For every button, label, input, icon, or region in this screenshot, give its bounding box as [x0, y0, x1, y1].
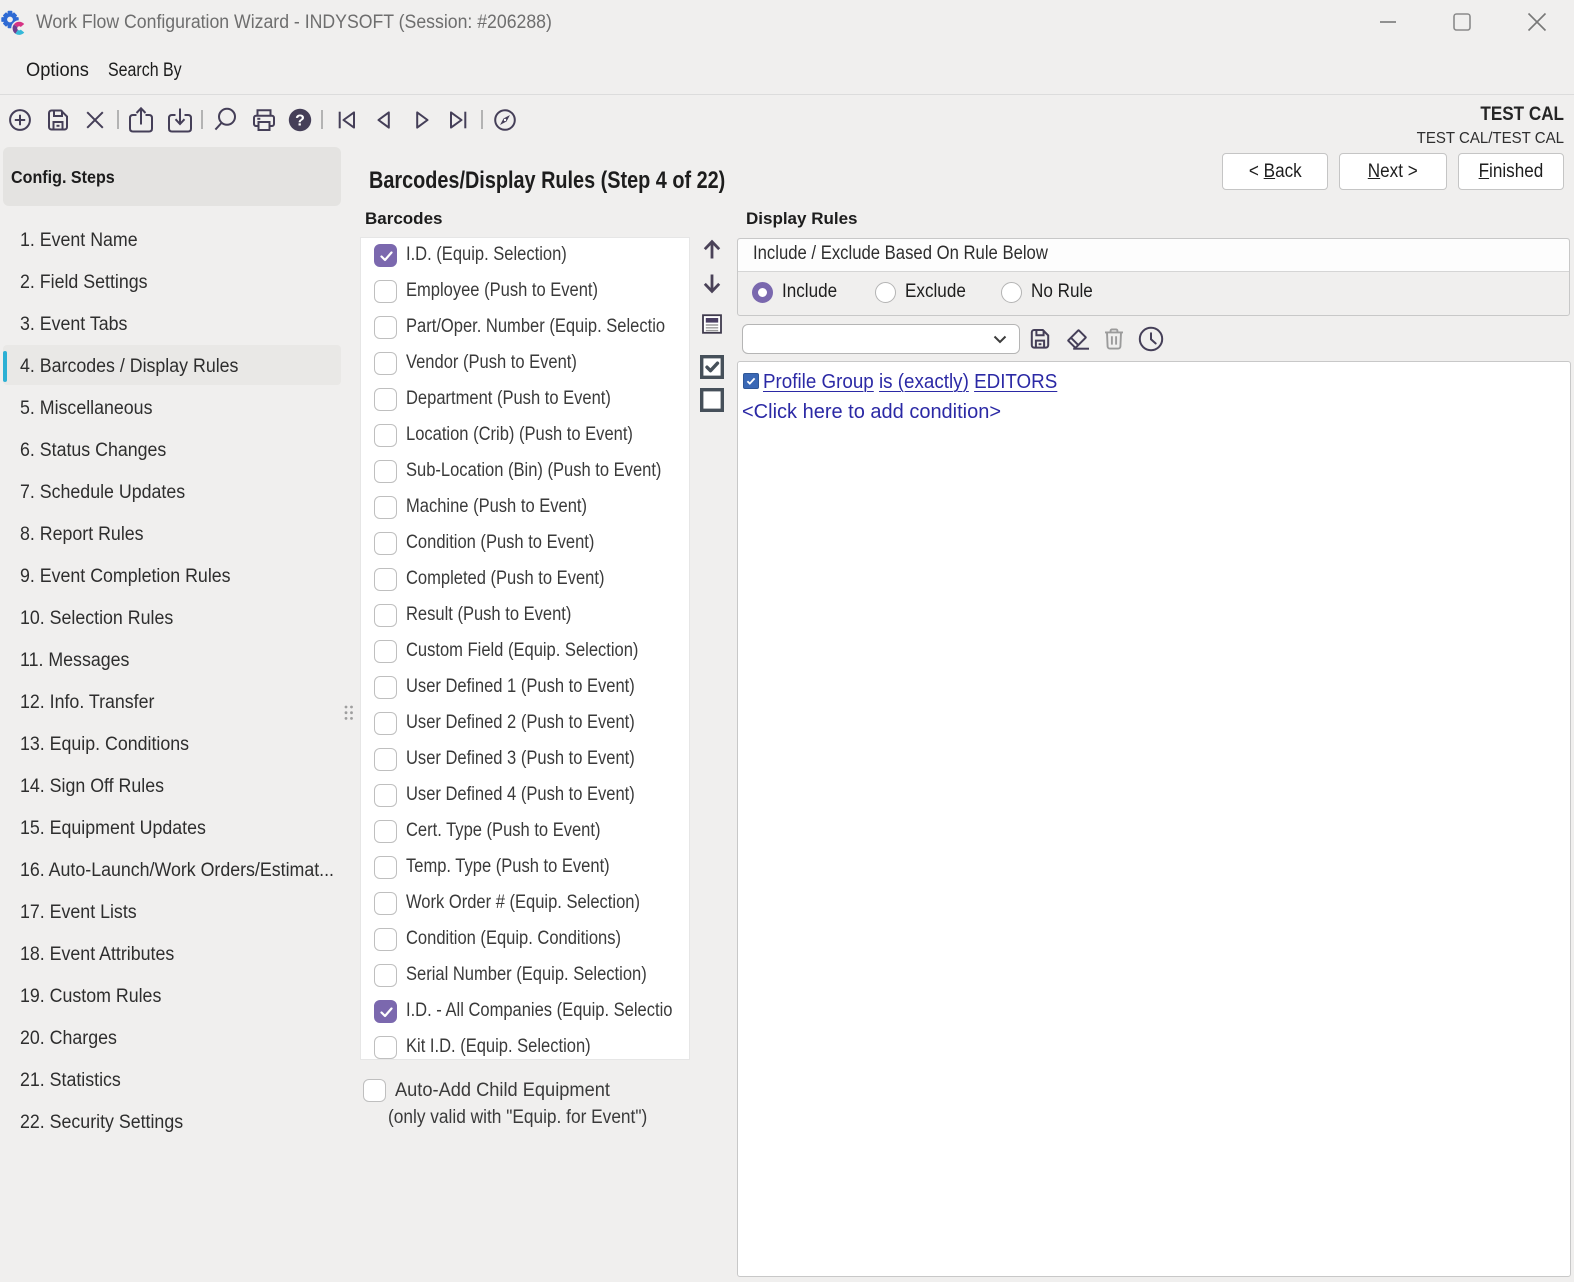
- svg-text:?: ?: [295, 112, 305, 129]
